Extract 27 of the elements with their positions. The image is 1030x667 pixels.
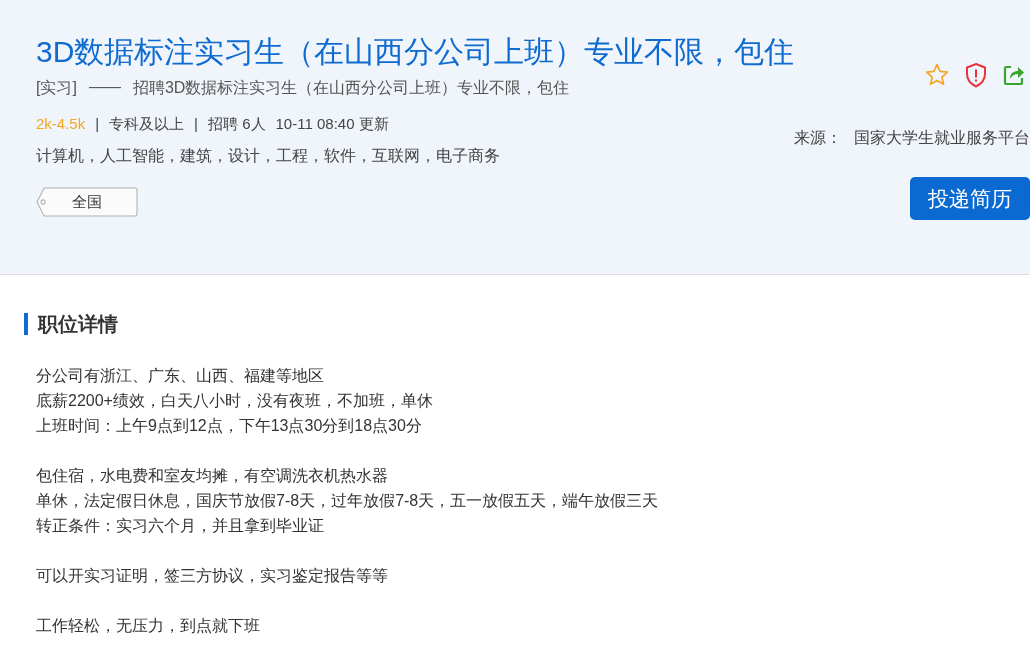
detail-line: 单休，法定假日休息，国庆节放假7-8天，过年放假7-8天，五一放假五天，端午放假三天 [36, 491, 659, 511]
detail-line: 可以开实习证明，签三方协议，实习鉴定报告等等 [36, 566, 388, 586]
apply-button[interactable]: 投递简历 [910, 177, 1030, 220]
source-label: 来源： [794, 128, 843, 148]
separator: | [194, 115, 198, 134]
star-icon[interactable] [924, 62, 951, 88]
location-tag: 全国 [36, 187, 138, 217]
section-heading: 职位详情 [24, 313, 1030, 335]
majors-text: 计算机，人工智能，建筑，设计，工程，软件，互联网，电子商务 [36, 146, 500, 166]
job-subtitle: 招聘3D数据标注实习生（在山西分公司上班）专业不限，包住 [132, 78, 570, 98]
source-name: 国家大学生就业服务平台 [854, 128, 1030, 148]
job-type: [实习] [36, 78, 77, 98]
detail-line: 工作轻松，无压力，到点就下班 [36, 616, 260, 636]
detail-line: 底薪2200+绩效，白天八小时，没有夜班，不加班，单休 [36, 391, 433, 411]
warning-shield-icon[interactable] [964, 62, 989, 88]
detail-line: 分公司有浙江、广东、山西、福建等地区 [36, 366, 324, 386]
share-icon[interactable] [1002, 63, 1027, 87]
detail-line: 转正条件：实习六个月，并且拿到毕业证 [36, 516, 324, 536]
meta-text: 招聘 6人 [208, 115, 266, 134]
salary-text: 2k-4.5k [36, 115, 86, 134]
detail-line: 包住宿，水电费和室友均摊，有空调洗衣机热水器 [36, 466, 388, 486]
dash: —— [88, 78, 121, 97]
meta-text: 10-11 08:40 更新 [275, 115, 389, 134]
detail-line: 上班时间：上午9点到12点，下午13点30分到18点30分 [36, 416, 422, 436]
job-title: 3D数据标注实习生（在山西分公司上班）专业不限，包住 [36, 34, 795, 70]
meta-text: 专科及以上 [109, 115, 185, 134]
separator: | [95, 115, 100, 134]
